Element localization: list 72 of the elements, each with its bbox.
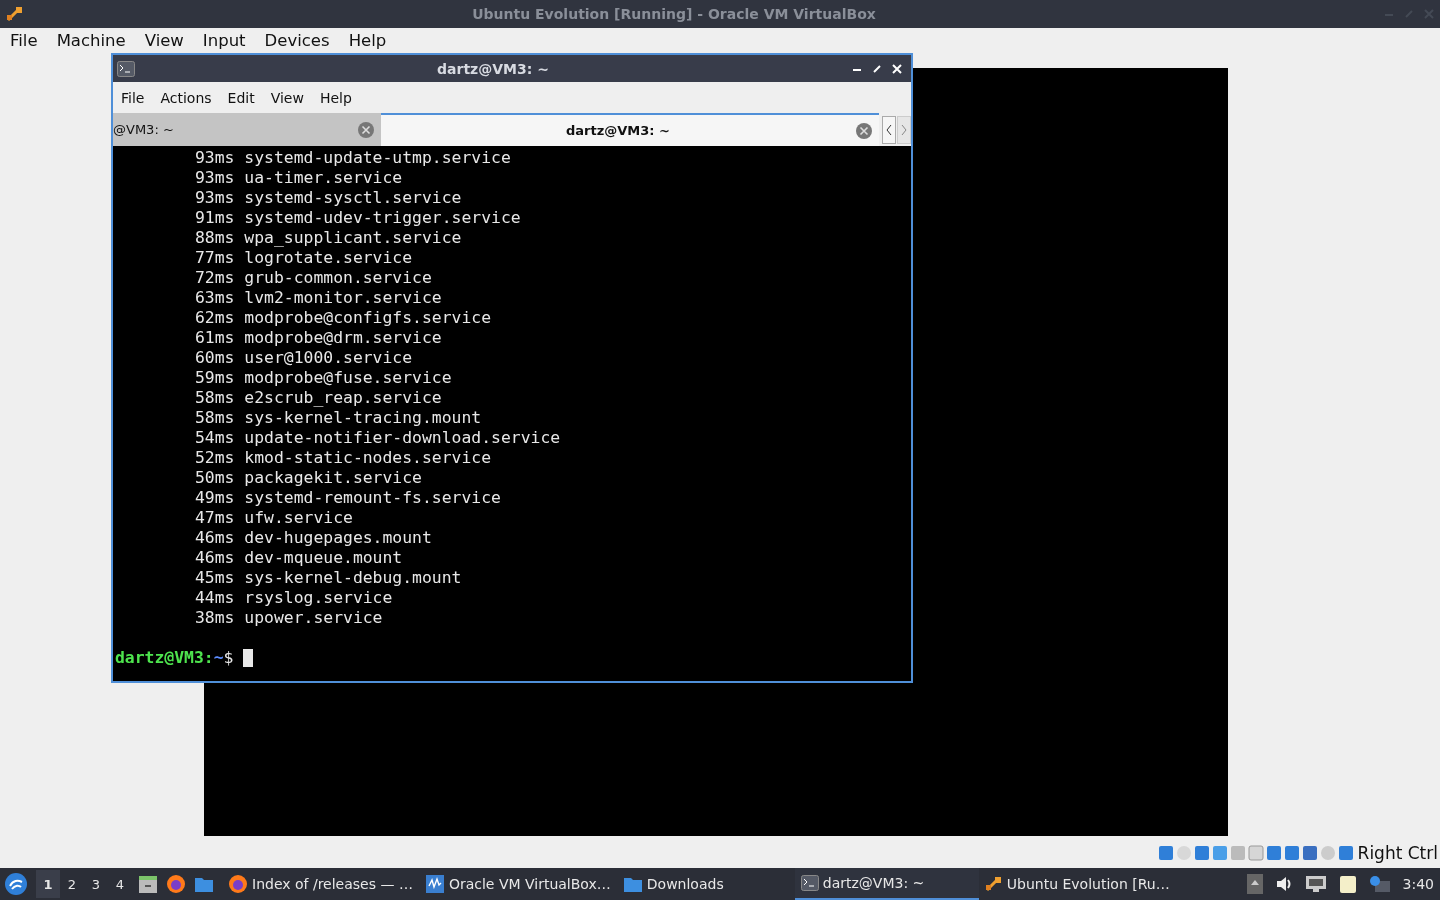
- clipboard-icon[interactable]: [1338, 874, 1357, 894]
- output-line: 58ms sys-kernel-tracing.mount: [194, 408, 482, 428]
- output-line: 38ms upower.service: [194, 608, 383, 628]
- maximize-icon[interactable]: [871, 62, 883, 75]
- terminal-tab[interactable]: @VM3: ~: [113, 113, 381, 146]
- output-line: 46ms dev-mqueue.mount: [194, 548, 403, 568]
- output-line: 93ms systemd-sysctl.service: [194, 188, 462, 208]
- menu-item[interactable]: File: [113, 89, 153, 106]
- menu-item[interactable]: Machine: [46, 30, 135, 52]
- output-line: 58ms e2scrub_reap.service: [194, 388, 442, 408]
- menu-item[interactable]: Devices: [254, 30, 339, 52]
- menu-icon[interactable]: [4, 872, 28, 896]
- output-line: 49ms systemd-remount-fs.service: [194, 488, 501, 508]
- output-line: 46ms dev-hugepages.mount: [194, 528, 432, 548]
- workspace-button[interactable]: 4: [108, 870, 132, 898]
- host-key-label: Right Ctrl: [1357, 843, 1438, 863]
- output-line: 88ms wpa_supplicant.service: [194, 228, 462, 248]
- virtualbox-logo-icon: [6, 6, 24, 22]
- output-line: 93ms ua-timer.service: [194, 168, 403, 188]
- menu-item[interactable]: Actions: [152, 89, 220, 106]
- cursor: [243, 649, 254, 667]
- output-line: 47ms ufw.service: [194, 508, 353, 528]
- taskbar-button[interactable]: Downloads: [616, 868, 795, 900]
- output-line: 44ms rsyslog.service: [194, 588, 393, 608]
- scroll-left-icon[interactable]: [882, 115, 896, 144]
- workspace-button[interactable]: 1: [36, 870, 60, 898]
- menu-item[interactable]: Input: [192, 30, 255, 52]
- terminal-icon: [117, 60, 135, 77]
- taskbar-button[interactable]: Index of /releases — …: [222, 868, 419, 900]
- output-line: 77ms logrotate.service: [194, 248, 413, 268]
- menu-item[interactable]: View: [262, 89, 312, 106]
- window-title: Ubuntu Evolution [Running] - Oracle VM VirtualBox: [471, 6, 877, 22]
- taskbar-button[interactable]: dartz@VM3: ~: [794, 868, 979, 900]
- prompt-symbol: $: [223, 648, 234, 668]
- taskbar-button[interactable]: Ubuntu Evolution [Ru…: [978, 868, 1179, 900]
- terminal-tab[interactable]: dartz@VM3: ~: [381, 113, 879, 146]
- prompt-user-host: dartz@VM3:: [115, 648, 214, 668]
- window-icon[interactable]: [194, 875, 214, 893]
- workspace-button[interactable]: 3: [84, 870, 108, 898]
- notification-icon[interactable]: [1368, 875, 1391, 893]
- volume-icon[interactable]: [1274, 875, 1293, 893]
- output-line: 72ms grub-common.service: [194, 268, 432, 288]
- output-line: 60ms user@1000.service: [194, 348, 413, 368]
- output-line: 59ms modprobe@fuse.service: [194, 368, 452, 388]
- output-line: 91ms systemd-udev-trigger.service: [194, 208, 521, 228]
- close-tab-icon[interactable]: [357, 120, 375, 139]
- output-line: 45ms sys-kernel-debug.mount: [194, 568, 462, 588]
- output-line: 50ms packagekit.service: [194, 468, 422, 488]
- output-line: 54ms update-notifier-download.service: [194, 428, 561, 448]
- window-title: dartz@VM3: ~: [436, 60, 550, 77]
- prompt-path: ~: [213, 648, 224, 668]
- browser-icon[interactable]: [166, 874, 186, 894]
- output-line: 62ms modprobe@configfs.service: [194, 308, 492, 328]
- menu-item[interactable]: View: [134, 30, 193, 52]
- taskbar-button[interactable]: Oracle VM VirtualBox…: [418, 868, 617, 900]
- monitor-icon[interactable]: [424, 874, 445, 894]
- output-line: 63ms lvm2-monitor.service: [194, 288, 442, 308]
- workspace-button[interactable]: 2: [60, 870, 84, 898]
- output-line: 52ms kmod-static-nodes.service: [194, 448, 492, 468]
- virtualbox-logo-icon[interactable]: [984, 876, 1003, 892]
- file-cabinet-icon[interactable]: [138, 874, 158, 894]
- folder-icon[interactable]: [622, 875, 643, 893]
- menu-item[interactable]: Help: [338, 30, 396, 52]
- clock[interactable]: 3:40: [1402, 876, 1434, 892]
- menu-item[interactable]: File: [0, 30, 47, 52]
- output-line: 93ms systemd-update-utmp.service: [194, 148, 511, 168]
- close-tab-icon[interactable]: [855, 121, 873, 140]
- menu-item[interactable]: Help: [311, 89, 360, 106]
- browser-icon[interactable]: [228, 874, 248, 894]
- terminal-icon[interactable]: [800, 875, 819, 891]
- menu-item[interactable]: Edit: [219, 89, 263, 106]
- output-line: 61ms modprobe@drm.service: [194, 328, 442, 348]
